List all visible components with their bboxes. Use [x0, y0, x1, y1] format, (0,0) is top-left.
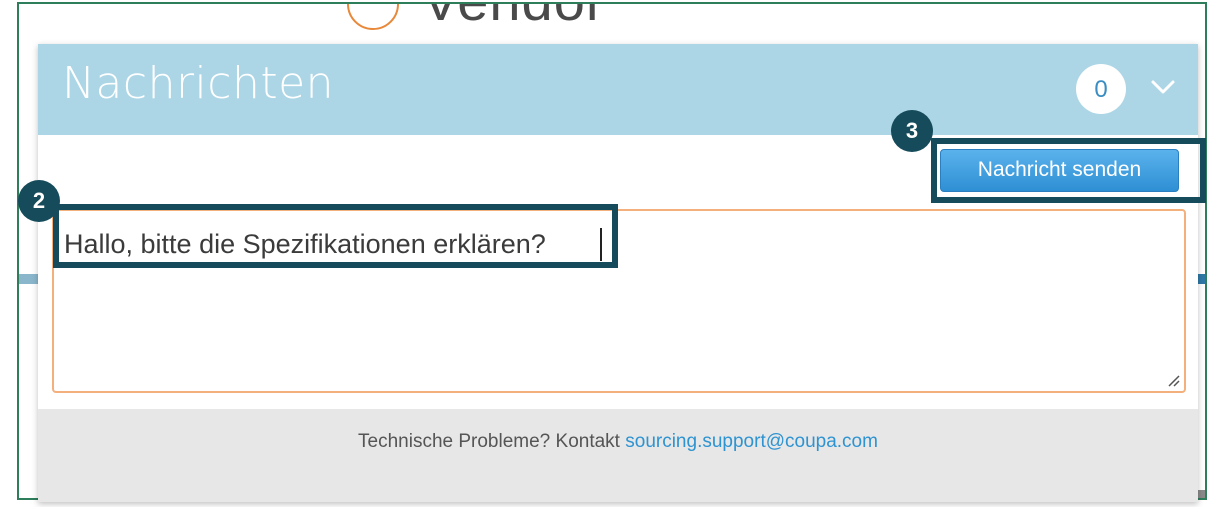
step-badge-2: 2 — [18, 180, 60, 222]
background-stripe-left — [19, 274, 39, 284]
messages-panel: Nachrichten 0 Nachricht senden Hallo, bi… — [38, 44, 1198, 502]
background-header: Vendor — [19, 4, 1205, 48]
highlight-send-button — [931, 138, 1206, 203]
highlight-message-field — [53, 204, 618, 268]
background-logo-text: Vendor — [422, 4, 606, 33]
step-badge-3: 3 — [891, 110, 933, 152]
logo-circle-icon — [347, 4, 399, 30]
panel-title: Nachrichten — [62, 58, 335, 109]
unread-count-badge: 0 — [1076, 64, 1126, 114]
chevron-down-icon[interactable] — [1148, 72, 1178, 102]
resize-handle-icon[interactable] — [1166, 373, 1180, 387]
support-line: Technische Probleme? Kontakt sourcing.su… — [38, 431, 1198, 453]
support-prefix: Technische Probleme? Kontakt — [358, 431, 620, 452]
support-email-link[interactable]: sourcing.support@coupa.com — [625, 431, 878, 452]
panel-footer: Technische Probleme? Kontakt sourcing.su… — [38, 409, 1198, 502]
messages-panel-header: Nachrichten 0 — [38, 44, 1198, 135]
